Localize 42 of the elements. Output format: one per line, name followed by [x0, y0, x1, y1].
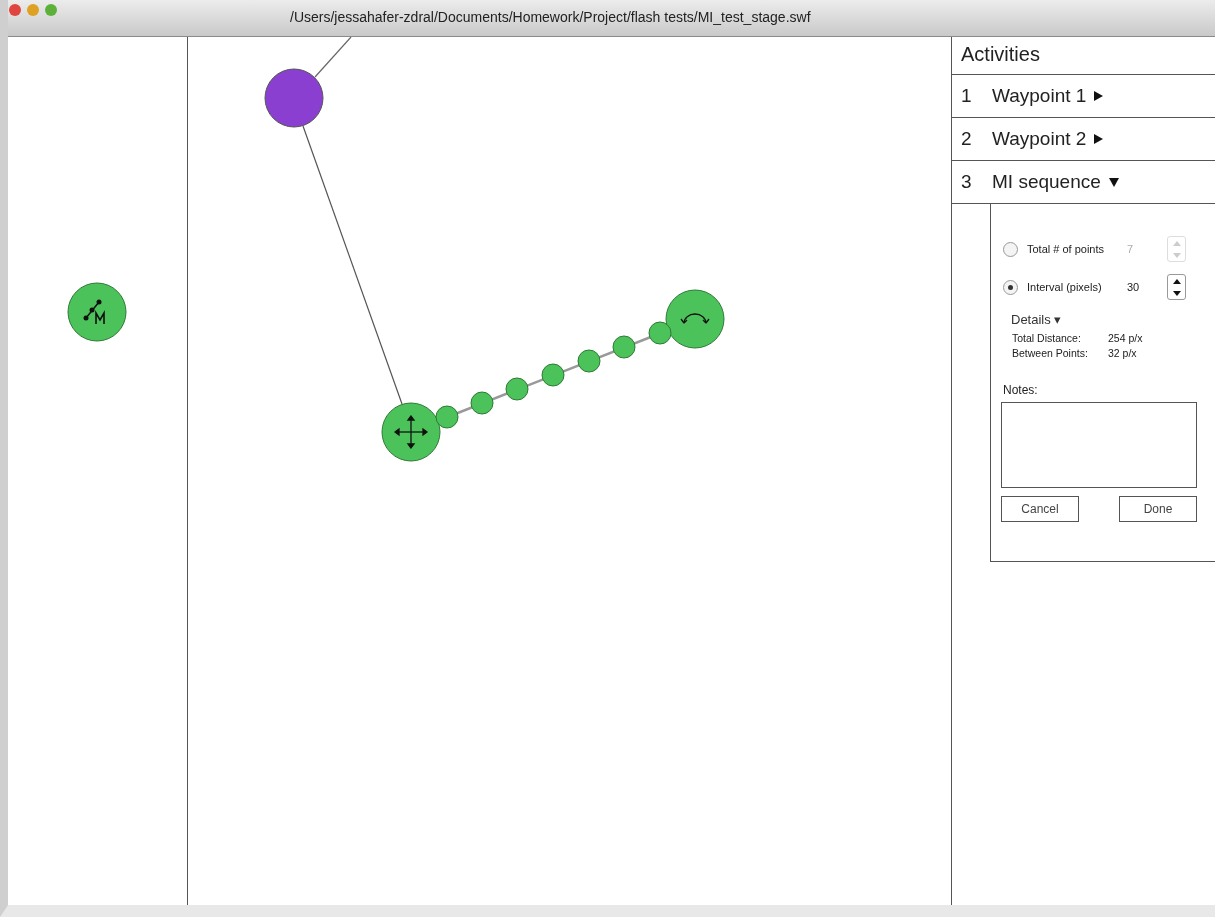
- collapse-icon: [1108, 177, 1119, 187]
- notes-field[interactable]: [1001, 402, 1197, 488]
- done-button[interactable]: Done: [1119, 496, 1197, 522]
- sequence-point[interactable]: [541, 363, 565, 387]
- move-node[interactable]: [381, 402, 441, 462]
- radio-button[interactable]: [1003, 279, 1018, 295]
- sequence-point[interactable]: [435, 405, 459, 429]
- activity-label: Waypoint 1: [992, 85, 1087, 107]
- expand-icon: [1094, 134, 1104, 144]
- rotate-node[interactable]: [665, 289, 725, 349]
- option-label: Interval (pixels): [1027, 281, 1103, 293]
- expand-icon: [1094, 91, 1104, 101]
- notes-label: Notes:: [1003, 383, 1039, 397]
- sequence-point[interactable]: [470, 391, 494, 415]
- activity-number: 2: [961, 128, 973, 150]
- stat-label: Total Distance:: [1012, 331, 1082, 346]
- value-text: 30: [1127, 281, 1141, 293]
- stat-label: Between Points:: [1012, 346, 1089, 361]
- activity-number: 3: [961, 171, 973, 193]
- activity-label: Waypoint 2: [992, 128, 1087, 150]
- stat-value: 254 p/x: [1108, 331, 1143, 346]
- value-text: 7: [1127, 243, 1135, 255]
- connector-line: [314, 37, 352, 78]
- activity-row[interactable]: 1 Waypoint 1: [952, 75, 1215, 118]
- sequence-point[interactable]: [577, 349, 601, 373]
- close-button[interactable]: [9, 4, 21, 16]
- activity-number: 1: [961, 85, 973, 107]
- details-toggle[interactable]: Details ▾: [1011, 312, 1203, 327]
- stepper-control[interactable]: [1167, 274, 1186, 300]
- panel-title: Activities: [952, 37, 1215, 75]
- waypoint-node[interactable]: [264, 68, 324, 128]
- activity-label: MI sequence: [992, 171, 1101, 193]
- option-label: Total # of points: [1027, 243, 1106, 255]
- sequence-point[interactable]: [612, 335, 636, 359]
- activity-row[interactable]: 3 MI sequence: [952, 161, 1215, 204]
- activity-row[interactable]: 2 Waypoint 2: [952, 118, 1215, 161]
- mi-tool-icon[interactable]: [67, 282, 127, 342]
- window-title: /Users/jessahafer-zdral/Documents/Homework/Project/flash tests/MI_test_stage.swf: [290, 9, 811, 25]
- sequence-point[interactable]: [505, 377, 529, 401]
- cancel-button[interactable]: Cancel: [1001, 496, 1079, 522]
- stat-value: 32 p/x: [1108, 346, 1137, 361]
- sequence-point[interactable]: [648, 321, 672, 345]
